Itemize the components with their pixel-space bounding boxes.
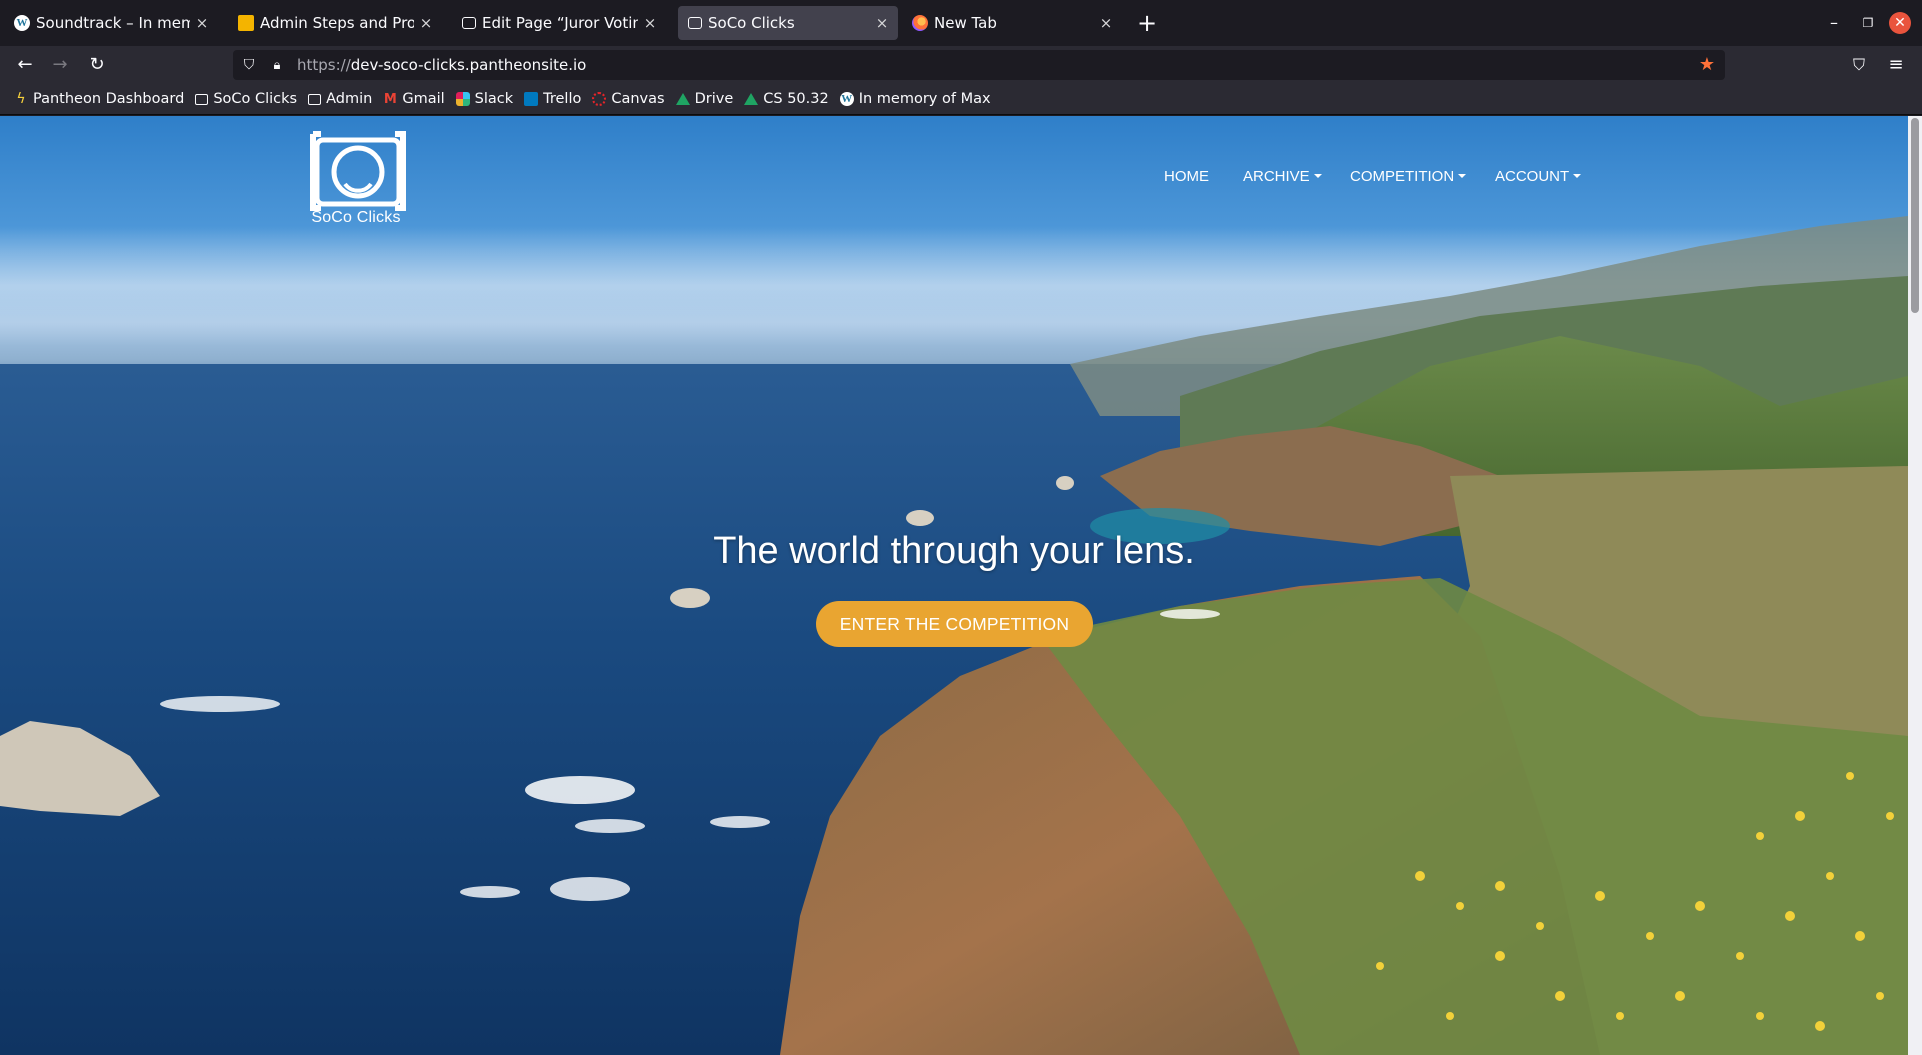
url-host: dev-soco-clicks.pantheonsite.io <box>350 56 587 74</box>
bookmark-label: Pantheon Dashboard <box>33 91 185 107</box>
bookmark-slack[interactable]: Slack <box>455 91 514 107</box>
nav-archive[interactable]: ARCHIVE <box>1243 168 1322 185</box>
url-protocol: https:// <box>297 56 351 74</box>
tracking-protection-shield-icon[interactable]: ⛉ <box>241 57 257 73</box>
close-icon[interactable]: × <box>642 14 658 32</box>
back-arrow-icon[interactable]: ← <box>10 51 40 79</box>
wordpress-icon: W <box>14 15 30 31</box>
wordpress-icon: W <box>839 92 854 106</box>
drive-icon <box>675 93 690 105</box>
slides-icon <box>238 15 254 31</box>
close-icon[interactable]: × <box>874 14 890 32</box>
bookmark-cs-50-32[interactable]: CS 50.32 <box>744 91 829 107</box>
camera-icon <box>308 93 322 105</box>
nav-account-label: ACCOUNT <box>1495 168 1570 185</box>
window-close-icon[interactable]: ✕ <box>1889 12 1911 34</box>
bookmark-soco-clicks[interactable]: SoCo Clicks <box>195 91 297 107</box>
bookmark-label: Canvas <box>611 91 665 107</box>
navigation-toolbar: ← → ↻ ⛉ 🔒︎ https://dev-soco-clicks.panth… <box>0 46 1922 84</box>
pantheon-icon: ϟ <box>16 91 26 107</box>
close-icon[interactable]: × <box>418 14 434 32</box>
bookmark-label: Gmail <box>402 91 445 107</box>
tab-title: New Tab <box>934 14 997 32</box>
bookmark-drive[interactable]: Drive <box>675 91 734 107</box>
bookmarks-toolbar: ϟ Pantheon Dashboard SoCo Clicks Admin M… <box>0 84 1922 115</box>
nav-account[interactable]: ACCOUNT <box>1495 168 1582 185</box>
bookmark-label: Admin <box>326 91 373 107</box>
nav-competition[interactable]: COMPETITION <box>1350 168 1467 185</box>
url-bar[interactable]: ⛉ 🔒︎ https://dev-soco-clicks.pantheonsit… <box>233 50 1725 80</box>
bookmark-label: In memory of Max <box>858 91 991 107</box>
close-icon[interactable]: × <box>1098 14 1114 32</box>
tab-strip: W Soundtrack – In memory o × Admin Steps… <box>0 0 1922 46</box>
pocket-icon[interactable]: ⛉ <box>1845 51 1873 79</box>
hero-section: SoCo Clicks HOME ARCHIVE COMPETITION ACC… <box>0 116 1908 1055</box>
camera-icon <box>195 93 209 105</box>
page-viewport: SoCo Clicks HOME ARCHIVE COMPETITION ACC… <box>0 116 1922 1055</box>
reload-icon[interactable]: ↻ <box>82 51 112 79</box>
caret-down-icon <box>1458 174 1467 179</box>
url-text[interactable]: https://dev-soco-clicks.pantheonsite.io <box>297 56 586 74</box>
forward-arrow-icon[interactable]: → <box>45 51 75 79</box>
tab-soundtrack[interactable]: W Soundtrack – In memory o × <box>4 6 218 40</box>
bookmark-admin[interactable]: Admin <box>308 91 372 107</box>
bookmark-pantheon-dashboard[interactable]: ϟ Pantheon Dashboard <box>14 91 184 107</box>
bookmark-gmail[interactable]: M Gmail <box>383 91 445 107</box>
bookmark-label: Slack <box>474 91 514 107</box>
lock-icon[interactable]: 🔒︎ <box>269 58 285 73</box>
trello-icon <box>524 92 539 106</box>
tab-edit-page[interactable]: Edit Page “Juror Voting” ‹ × <box>452 6 666 40</box>
tab-admin-steps[interactable]: Admin Steps and Procedu × <box>228 6 442 40</box>
bookmark-canvas[interactable]: Canvas <box>592 91 665 107</box>
nav-home[interactable]: HOME <box>1164 168 1209 185</box>
tab-title: Soundtrack – In memory o <box>36 14 190 32</box>
tab-new-tab[interactable]: New Tab × <box>902 6 1122 40</box>
gmail-icon: M <box>383 91 397 107</box>
nav-archive-label: ARCHIVE <box>1243 168 1310 185</box>
minimize-icon[interactable]: – <box>1821 10 1847 36</box>
bookmark-label: Drive <box>694 91 734 107</box>
canvas-icon <box>592 92 607 106</box>
bookmark-in-memory-of-max[interactable]: W In memory of Max <box>839 91 991 107</box>
nav-competition-label: COMPETITION <box>1350 168 1455 185</box>
scrollbar-thumb[interactable] <box>1911 118 1919 313</box>
caret-down-icon <box>1313 174 1322 179</box>
camera-icon <box>688 17 702 29</box>
hero-tagline: The world through your lens. <box>713 530 1195 572</box>
tab-title: Edit Page “Juror Voting” ‹ <box>482 14 638 32</box>
firefox-icon <box>912 15 928 31</box>
drive-icon <box>744 93 759 105</box>
camera-icon <box>462 17 476 29</box>
bookmark-trello[interactable]: Trello <box>524 91 581 107</box>
tab-soco-clicks[interactable]: SoCo Clicks × <box>678 6 898 40</box>
new-tab-button[interactable]: + <box>1136 9 1158 37</box>
close-icon[interactable]: × <box>194 14 210 32</box>
tab-title: SoCo Clicks <box>708 14 795 32</box>
tab-title: Admin Steps and Procedu <box>260 14 414 32</box>
bookmark-label: SoCo Clicks <box>213 91 298 107</box>
hero-background-image <box>0 216 1908 1055</box>
bookmark-star-icon[interactable]: ★ <box>1699 54 1715 75</box>
enter-competition-button[interactable]: ENTER THE COMPETITION <box>816 601 1093 647</box>
hamburger-menu-icon[interactable]: ≡ <box>1882 51 1910 79</box>
logo-text: SoCo Clicks <box>311 209 401 226</box>
restore-icon[interactable]: ❐ <box>1855 10 1881 36</box>
caret-down-icon <box>1573 174 1582 179</box>
bookmark-label: CS 50.32 <box>763 91 829 107</box>
slack-icon <box>455 92 470 106</box>
bookmark-label: Trello <box>543 91 582 107</box>
